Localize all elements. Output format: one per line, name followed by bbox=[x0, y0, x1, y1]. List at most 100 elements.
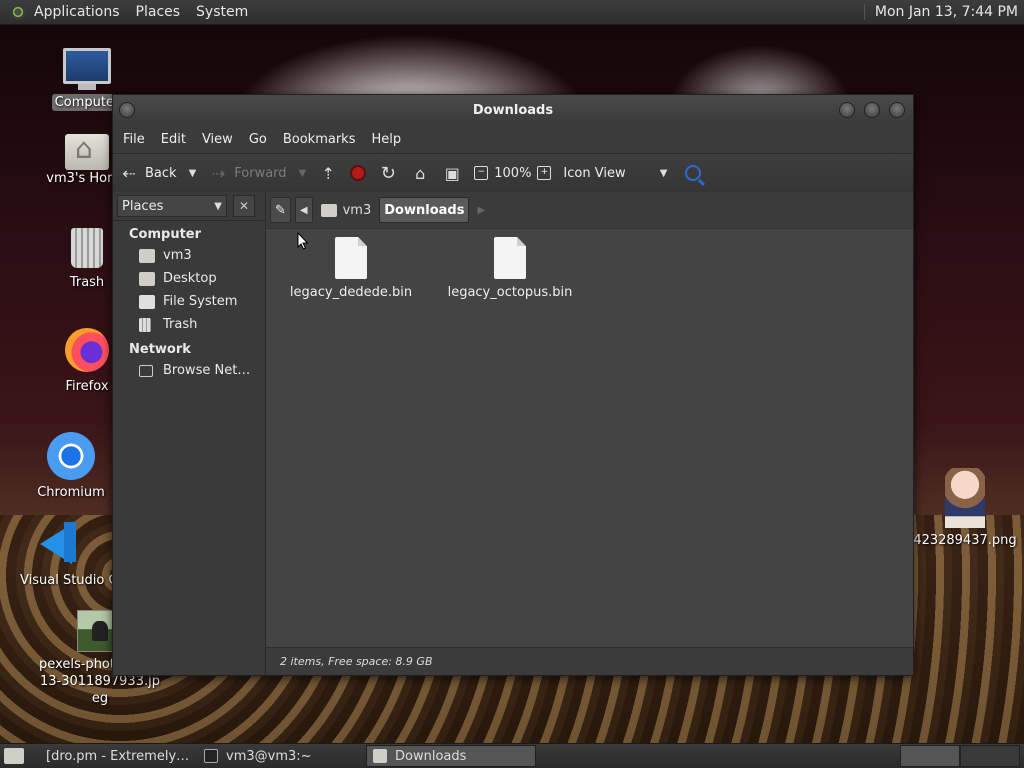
home-button[interactable]: ⌂ bbox=[404, 158, 436, 188]
menu-file[interactable]: File bbox=[115, 132, 153, 147]
workspace-2[interactable] bbox=[960, 745, 1020, 767]
menu-help[interactable]: Help bbox=[363, 132, 409, 147]
home-folder-icon bbox=[65, 132, 109, 170]
forward-label: Forward bbox=[234, 165, 287, 181]
mouse-cursor-icon bbox=[297, 232, 309, 250]
workspace-1[interactable] bbox=[900, 745, 960, 767]
computer-button[interactable]: ▣ bbox=[436, 158, 468, 188]
file-document-icon bbox=[335, 237, 367, 279]
zoom-level: 100% bbox=[494, 165, 532, 181]
forward-arrow-icon: ⇢ bbox=[211, 163, 225, 183]
view-mode-select[interactable]: Icon View ▼ bbox=[557, 158, 679, 188]
reload-icon: ↻ bbox=[380, 162, 396, 184]
vscode-icon bbox=[34, 520, 78, 564]
sidebar-item-desktop[interactable]: Desktop bbox=[113, 267, 265, 290]
taskbar-item-label: vm3@vm3:~ bbox=[226, 748, 312, 764]
desktop-folder-icon bbox=[139, 271, 155, 286]
sidebar: Places ▼ ✕ Computer vm3 Desktop File Sys… bbox=[113, 192, 266, 675]
sidebar-item-vm3[interactable]: vm3 bbox=[113, 244, 265, 267]
desktop-icon-chromium[interactable]: Chromium bbox=[16, 432, 126, 501]
window-menu-button[interactable] bbox=[119, 102, 135, 118]
path-scroll-left-button[interactable]: ◀ bbox=[294, 197, 313, 223]
chromium-icon bbox=[47, 432, 95, 480]
search-button[interactable] bbox=[679, 158, 707, 188]
sidebar-select-label: Places bbox=[122, 198, 164, 214]
file-view-pane: ✎ ◀ vm3 Downloads ▶ legacy_dedede.bin le… bbox=[266, 192, 913, 675]
path-segment-label: Downloads bbox=[384, 202, 465, 218]
path-segment-downloads[interactable]: Downloads bbox=[379, 197, 470, 223]
chevron-down-icon: ▼ bbox=[659, 167, 668, 179]
sidebar-item-trash[interactable]: Trash bbox=[113, 313, 265, 336]
menu-edit[interactable]: Edit bbox=[153, 132, 194, 147]
show-desktop-icon[interactable] bbox=[4, 748, 24, 764]
path-segment-vm3[interactable]: vm3 bbox=[317, 198, 376, 222]
taskbar-item-terminal[interactable]: vm3@vm3:~ bbox=[198, 745, 362, 767]
stop-icon bbox=[350, 165, 367, 181]
file-grid: legacy_dedede.bin legacy_octopus.bin bbox=[266, 229, 913, 647]
toolbar: ⇠ Back ▼ ⇢ Forward ▼ ⇡ ↻ ⌂ ▣ − 100% + Ic… bbox=[113, 153, 913, 193]
network-icon bbox=[139, 364, 153, 377]
desktop-icon-label: 423289437.png bbox=[913, 533, 1017, 548]
file-manager-window: Downloads File Edit View Go Bookmarks He… bbox=[112, 94, 914, 676]
back-button[interactable]: ⇠ Back bbox=[113, 158, 183, 188]
workspace-switcher[interactable] bbox=[900, 745, 1020, 767]
bottom-panel: [dro.pm - Extremely… vm3@vm3:~ Downloads bbox=[0, 743, 1024, 768]
menu-view[interactable]: View bbox=[194, 132, 241, 147]
status-bar: 2 items, Free space: 8.9 GB bbox=[266, 647, 913, 675]
stop-button[interactable] bbox=[344, 158, 372, 188]
back-label: Back bbox=[145, 165, 177, 181]
sidebar-item-filesystem[interactable]: File System bbox=[113, 290, 265, 313]
home-folder-icon: ⌂ bbox=[415, 163, 426, 183]
places-menu[interactable]: Places bbox=[128, 4, 189, 20]
firefox-icon bbox=[65, 328, 109, 372]
sidebar-close-button[interactable]: ✕ bbox=[233, 195, 255, 217]
toggle-location-entry-button[interactable]: ✎ bbox=[270, 197, 291, 223]
up-arrow-icon: ⇡ bbox=[321, 163, 335, 183]
taskbar-item-firefox[interactable]: [dro.pm - Extremely… bbox=[32, 745, 194, 767]
search-icon bbox=[685, 165, 702, 181]
desktop-icon-vscode[interactable]: Visual Studio Code bbox=[0, 520, 112, 589]
file-item[interactable]: legacy_octopus.bin bbox=[435, 237, 585, 300]
menu-bookmarks[interactable]: Bookmarks bbox=[275, 132, 364, 147]
reload-button[interactable]: ↻ bbox=[372, 158, 404, 188]
top-panel: Applications Places System Mon Jan 13, 7… bbox=[0, 0, 1024, 25]
window-titlebar[interactable]: Downloads bbox=[113, 95, 913, 125]
zoom-in-icon: + bbox=[537, 166, 552, 180]
desktop-icon-png[interactable]: 423289437.png bbox=[906, 468, 1024, 549]
sidebar-item-label: Desktop bbox=[163, 271, 217, 286]
sidebar-group-network: Network bbox=[129, 342, 191, 357]
close-button[interactable] bbox=[889, 102, 905, 118]
file-document-icon bbox=[494, 237, 526, 279]
forward-button[interactable]: ⇢ Forward bbox=[202, 158, 292, 188]
taskbar-item-label: Downloads bbox=[395, 748, 467, 764]
system-menu[interactable]: System bbox=[188, 4, 256, 20]
zoom-out-icon: − bbox=[474, 166, 489, 180]
zoom-in-button[interactable]: + bbox=[531, 158, 557, 188]
taskbar-item-downloads[interactable]: Downloads bbox=[366, 745, 536, 767]
sidebar-item-label: Browse Net… bbox=[163, 363, 251, 378]
view-mode-label: Icon View bbox=[563, 165, 626, 181]
file-name: legacy_octopus.bin bbox=[447, 285, 573, 300]
file-name: legacy_dedede.bin bbox=[289, 285, 413, 300]
maximize-button[interactable] bbox=[864, 102, 880, 118]
menu-go[interactable]: Go bbox=[241, 132, 275, 147]
status-text: 2 items, Free space: 8.9 GB bbox=[280, 655, 433, 668]
sidebar-places-select[interactable]: Places ▼ bbox=[117, 195, 227, 217]
taskbar-item-label: [dro.pm - Extremely… bbox=[46, 748, 190, 764]
path-bar: ✎ ◀ vm3 Downloads ▶ bbox=[266, 192, 913, 229]
path-segment-label: vm3 bbox=[342, 202, 372, 218]
forward-history-dropdown[interactable]: ▼ bbox=[299, 168, 307, 179]
home-folder-icon bbox=[139, 248, 155, 263]
back-history-dropdown[interactable]: ▼ bbox=[189, 168, 197, 179]
distro-logo-icon[interactable] bbox=[10, 4, 26, 20]
clock[interactable]: Mon Jan 13, 7:44 PM bbox=[863, 4, 1024, 20]
desktop-icon-label: Chromium bbox=[37, 485, 105, 500]
sidebar-item-browse-network[interactable]: Browse Net… bbox=[113, 359, 265, 382]
zoom-out-button[interactable]: − bbox=[468, 158, 494, 188]
window-title: Downloads bbox=[472, 102, 554, 118]
up-button[interactable]: ⇡ bbox=[312, 158, 344, 188]
applications-menu[interactable]: Applications bbox=[26, 4, 128, 20]
path-scroll-right-button[interactable]: ▶ bbox=[473, 198, 489, 222]
sidebar-item-label: File System bbox=[163, 294, 238, 309]
minimize-button[interactable] bbox=[839, 102, 855, 118]
